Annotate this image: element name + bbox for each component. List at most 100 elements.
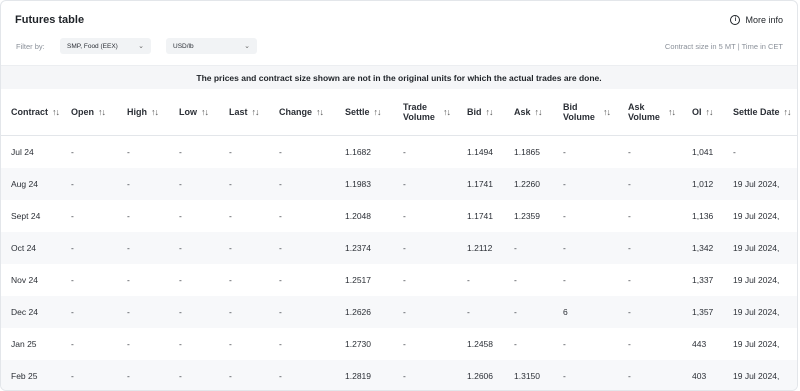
column-header-label: OI: [692, 107, 702, 117]
column-header[interactable]: High ↑↓: [127, 89, 179, 136]
sort-icon[interactable]: ↑↓: [316, 107, 324, 117]
table-cell: -: [628, 275, 631, 285]
column-header[interactable]: Ask Volume ↑↓: [628, 89, 692, 136]
table-cell: 1.1741: [467, 168, 514, 200]
table-cell: -: [403, 296, 467, 328]
table-row[interactable]: Feb 25- - - - -1.2819-1.2606 1.3150- -403 19 Ju…: [1, 360, 797, 390]
table-row[interactable]: Oct 24- - - - -1.2374-1.2112- - -1,342 19 Jul 2…: [1, 232, 797, 264]
table-row[interactable]: Dec 24- - - - -1.2626- - -6-1,357 19 Jul 2024,: [1, 296, 797, 328]
table-cell: -: [279, 147, 282, 157]
table-cell: -: [127, 296, 179, 328]
table-cell: -: [229, 211, 232, 221]
table-cell: -: [179, 360, 229, 390]
column-header-content: High ↑↓: [127, 107, 179, 117]
table-cell: -: [514, 275, 517, 285]
column-header-label: Ask: [514, 107, 531, 117]
table-cell: 1.3150: [514, 360, 563, 390]
sort-icon[interactable]: ↑↓: [201, 107, 209, 117]
sort-icon[interactable]: ↑↓: [252, 107, 260, 117]
table-cell: Oct 24: [1, 232, 71, 264]
table-cell: -: [229, 360, 279, 390]
table-cell: -: [279, 339, 282, 349]
filter-label: Filter by:: [16, 42, 45, 51]
column-header[interactable]: Settle ↑↓: [345, 89, 403, 136]
sort-icon[interactable]: ↑↓: [535, 107, 543, 117]
table-cell: -: [467, 296, 514, 328]
column-header[interactable]: OI ↑↓: [692, 89, 733, 136]
table-cell: -: [563, 168, 628, 200]
table-cell: 19 Jul 2024,: [733, 339, 780, 349]
table-cell: -: [279, 360, 345, 390]
table-row[interactable]: Aug 24- - - - -1.1983-1.1741 1.2260- -1,012 19 …: [1, 168, 797, 200]
column-header-content: Change ↑↓: [279, 107, 345, 117]
contract-meta: Contract size in 5 MT | Time in CET: [664, 42, 783, 51]
table-cell: -: [71, 360, 127, 390]
table-cell: Sept 24: [11, 211, 41, 221]
sort-icon[interactable]: ↑↓: [374, 107, 382, 117]
table-cell: -: [71, 168, 127, 200]
sort-icon[interactable]: ↑↓: [486, 107, 494, 117]
column-header[interactable]: Bid Volume ↑↓: [563, 89, 628, 136]
table-cell: 1.2048: [345, 211, 371, 221]
table-cell: -: [403, 232, 467, 264]
table-cell: 19 Jul 2024,: [733, 168, 797, 200]
sort-icon[interactable]: ↑↓: [52, 107, 60, 117]
table-cell: 1,337: [692, 275, 714, 285]
column-header-content: Contract ↑↓: [11, 107, 71, 117]
table-cell: Jan 25: [11, 339, 37, 349]
table-cell: 1.2819: [345, 360, 403, 390]
table-row[interactable]: Nov 24 - - - - - 1.2517 - - - - - 1,337 19 Jul 2024,: [1, 264, 797, 296]
table-cell: -: [127, 360, 179, 390]
table-cell: -: [403, 147, 406, 157]
column-header-content: Low ↑↓: [179, 107, 229, 117]
chevron-down-icon: ⌄: [244, 43, 250, 50]
table-row[interactable]: Jan 25 - - - - - 1.2730 - 1.2458 - - - 443 19 Jul 202…: [1, 328, 797, 360]
column-header-content: Open ↑↓: [71, 107, 127, 117]
column-header[interactable]: Ask ↑↓: [514, 89, 563, 136]
sort-icon[interactable]: ↑↓: [784, 107, 792, 117]
unit-dropdown[interactable]: USD/lb ⌄: [166, 38, 257, 54]
table-cell: 19 Jul 2024,: [733, 360, 797, 390]
table-cell: -: [179, 211, 182, 221]
column-header[interactable]: Last ↑↓: [229, 89, 279, 136]
table-cell: 1,357: [692, 296, 733, 328]
table-cell: 19 Jul 2024,: [733, 275, 780, 285]
sort-icon[interactable]: ↑↓: [706, 107, 714, 117]
column-header[interactable]: Trade Volume ↑↓: [403, 89, 467, 136]
column-header-content: Bid ↑↓: [467, 107, 514, 117]
column-header[interactable]: Bid ↑↓: [467, 89, 514, 136]
column-header-label: Bid Volume: [563, 102, 595, 122]
table-cell: -: [628, 232, 692, 264]
table-cell: -: [127, 275, 130, 285]
column-header[interactable]: Settle Date ↑↓: [733, 89, 797, 136]
column-header[interactable]: Contract ↑↓: [1, 89, 71, 136]
table-header-row: Contract ↑↓ Open ↑↓ High ↑↓ Low ↑↓ Last ↑↓ Change ↑…: [1, 89, 797, 136]
sort-icon[interactable]: ↑↓: [668, 107, 676, 117]
table-body: Jul 24- - - - -1.1682-1.1494 1.1865- -1,041- Au…: [1, 136, 797, 390]
column-header[interactable]: Low ↑↓: [179, 89, 229, 136]
column-header-label: Open: [71, 107, 95, 117]
column-header-label: High: [127, 107, 147, 117]
sort-icon[interactable]: ↑↓: [443, 107, 451, 117]
table-row[interactable]: Jul 24 - - - - - 1.1682 - 1.1494 1.1865 - - 1,041 -: [1, 136, 797, 169]
sort-icon[interactable]: ↑↓: [98, 107, 106, 117]
more-info-label: More info: [745, 15, 783, 25]
sort-icon[interactable]: ↑↓: [151, 107, 159, 117]
table-cell: -: [403, 339, 406, 349]
table-row[interactable]: Sept 24 - - - - - 1.2048 - 1.1741 1.2359 - - 1,136 19…: [1, 200, 797, 232]
table-cell: -: [179, 168, 229, 200]
table-cell: -: [279, 275, 282, 285]
product-dropdown[interactable]: SMP, Food (EEX) ⌄: [60, 38, 151, 54]
table-cell: -: [403, 275, 406, 285]
table-cell: 6: [563, 296, 628, 328]
more-info-link[interactable]: i More info: [730, 15, 783, 25]
table-cell: 1.1741: [467, 211, 493, 221]
column-header[interactable]: Open ↑↓: [71, 89, 127, 136]
sort-icon[interactable]: ↑↓: [603, 107, 611, 117]
column-header-label: Bid: [467, 107, 482, 117]
table-cell: 1.2359: [514, 211, 540, 221]
table-cell: -: [127, 168, 179, 200]
column-header[interactable]: Change ↑↓: [279, 89, 345, 136]
table-cell: 1,041: [692, 147, 714, 157]
futures-table: Contract ↑↓ Open ↑↓ High ↑↓ Low ↑↓ Last ↑↓ Change ↑…: [1, 89, 797, 390]
